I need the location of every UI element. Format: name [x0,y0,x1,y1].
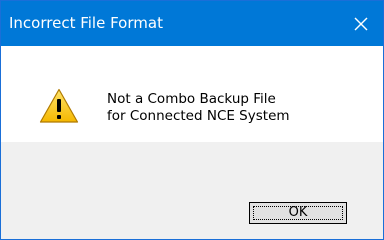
message-line-1: Not a Combo Backup File [107,91,276,107]
message-line-2: for Connected NCE System [107,108,290,124]
title-bar[interactable]: Incorrect File Format [1,1,383,46]
close-icon [354,17,368,30]
close-button[interactable] [339,1,383,46]
warning-icon [39,88,79,123]
ok-button-label: OK [253,206,343,220]
dialog-body: Not a Combo Backup File for Connected NC… [1,46,383,142]
button-bar: OK [1,142,383,239]
message-text: Not a Combo Backup File for Connected NC… [107,91,290,125]
message-dialog: Incorrect File Format Not a Combo Backup… [0,0,384,240]
ok-button[interactable]: OK [249,202,347,224]
window-title: Incorrect File Format [9,14,163,32]
